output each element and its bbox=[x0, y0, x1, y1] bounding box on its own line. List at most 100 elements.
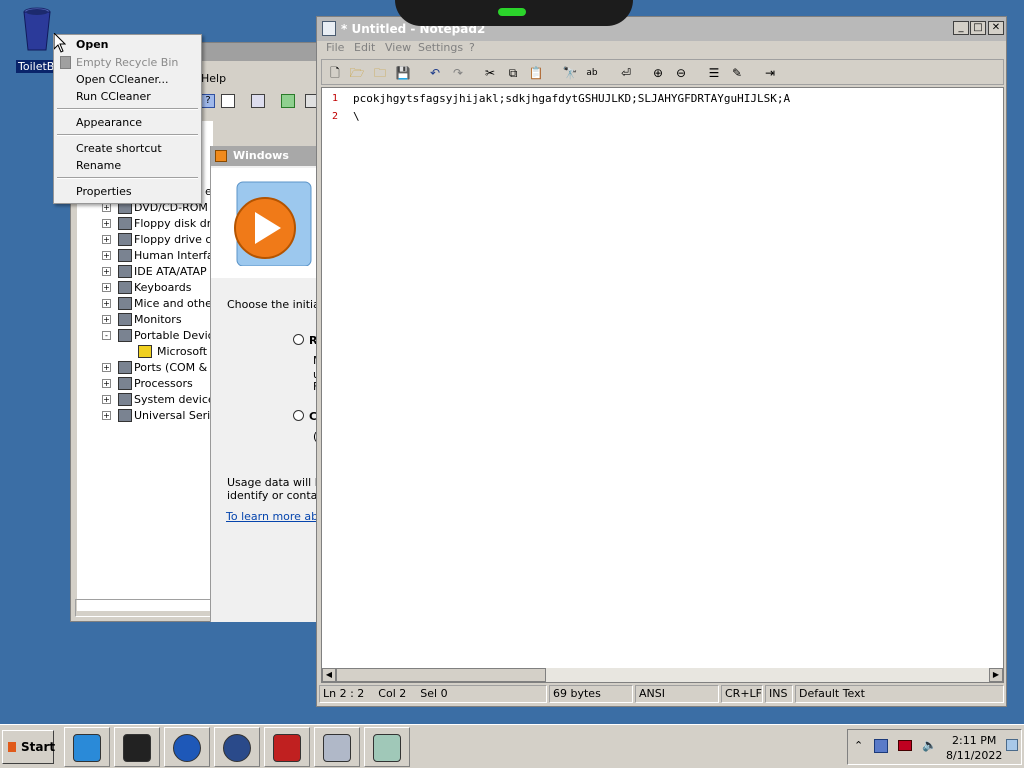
start-button[interactable]: Start bbox=[2, 730, 55, 764]
zoom-in-icon[interactable]: ⊕ bbox=[650, 65, 666, 81]
tree-item[interactable]: + Mice and other bbox=[72, 296, 232, 312]
taskbar-app-button[interactable] bbox=[364, 727, 410, 767]
status-mode[interactable]: INS bbox=[765, 685, 793, 703]
menu-settings[interactable]: Settings bbox=[418, 41, 463, 54]
tree-item[interactable]: + Human Interfa bbox=[72, 248, 232, 264]
paste-icon[interactable]: 📋 bbox=[528, 65, 544, 81]
ctx-appearance[interactable]: Appearance bbox=[76, 116, 142, 129]
text-editor[interactable]: 1 2 pcokjhgytsfagsyjhijakl;sdkjhgafdytGS… bbox=[321, 87, 1004, 683]
taskbar-app-button[interactable] bbox=[314, 727, 360, 767]
device-manager-statusbar bbox=[75, 599, 211, 617]
wmp-option-custom-radio[interactable] bbox=[293, 410, 304, 421]
ctx-empty-recycle-bin: Empty Recycle Bin bbox=[76, 56, 179, 69]
ctx-properties[interactable]: Properties bbox=[76, 185, 132, 198]
taskbar-app-button[interactable] bbox=[114, 727, 160, 767]
redo-icon[interactable]: ↷ bbox=[450, 65, 466, 81]
zoom-out-icon[interactable]: ⊖ bbox=[673, 65, 689, 81]
open-folder-icon[interactable]: 🗁 bbox=[349, 65, 365, 81]
tree-item[interactable]: - Portable Devic bbox=[72, 328, 232, 344]
collapse-icon[interactable]: - bbox=[102, 331, 111, 340]
device-manager-menu-help[interactable]: Help bbox=[201, 72, 226, 85]
menu-edit[interactable]: Edit bbox=[354, 41, 375, 54]
wmp-option-recommended-radio[interactable] bbox=[293, 334, 304, 345]
status-scheme[interactable]: Default Text bbox=[795, 685, 1004, 703]
flag-tray-icon[interactable] bbox=[898, 740, 912, 751]
clock-date[interactable]: 8/11/2022 bbox=[946, 749, 1002, 762]
show-hidden-icons-icon[interactable]: ⌃ bbox=[854, 739, 863, 752]
tree-item[interactable]: + System devices bbox=[72, 392, 232, 408]
expand-icon[interactable]: + bbox=[102, 235, 111, 244]
find-icon[interactable]: 🔭 bbox=[562, 65, 578, 81]
replace-icon[interactable]: ab bbox=[584, 65, 600, 81]
tree-item[interactable]: + Processors bbox=[72, 376, 232, 392]
editor-line[interactable]: \ bbox=[353, 110, 360, 123]
mouse-icon bbox=[118, 297, 132, 310]
tree-item[interactable]: + Floppy disk driv bbox=[72, 216, 232, 232]
scrollbar-thumb[interactable] bbox=[336, 668, 546, 682]
ctx-open[interactable]: Open bbox=[76, 38, 109, 51]
expand-icon[interactable]: + bbox=[102, 315, 111, 324]
maximize-button[interactable]: □ bbox=[970, 21, 986, 35]
tree-item[interactable]: + Universal Seria bbox=[72, 408, 232, 424]
ctx-open-ccleaner[interactable]: Open CCleaner... bbox=[76, 73, 169, 86]
browse-icon[interactable]: 🗀 bbox=[372, 65, 388, 81]
taskbar-app-button[interactable] bbox=[164, 727, 210, 767]
expand-icon[interactable]: + bbox=[102, 411, 111, 420]
scroll-left-arrow-icon[interactable]: ◀ bbox=[322, 668, 336, 682]
horizontal-scrollbar[interactable]: ◀ ▶ bbox=[322, 668, 1003, 682]
network-tray-icon[interactable] bbox=[874, 739, 888, 753]
expand-icon[interactable]: + bbox=[102, 251, 111, 260]
portable-device-icon bbox=[118, 329, 132, 342]
customize-scheme-icon[interactable]: ✎ bbox=[729, 65, 745, 81]
tree-item[interactable]: + IDE ATA/ATAP bbox=[72, 264, 232, 280]
properties-toolbar-icon[interactable] bbox=[221, 94, 235, 108]
cut-icon[interactable]: ✂ bbox=[482, 65, 498, 81]
wmp-setup-dialog[interactable]: Windows Media Choose the initial s R M u… bbox=[210, 146, 332, 622]
taskbar-app-button[interactable] bbox=[264, 727, 310, 767]
editor-line[interactable]: pcokjhgytsfagsyjhijakl;sdkjhgafdytGSHUJL… bbox=[353, 92, 790, 105]
copy-icon[interactable]: ⧉ bbox=[505, 65, 521, 81]
minimize-button[interactable]: _ bbox=[953, 21, 969, 35]
expand-icon[interactable]: + bbox=[102, 395, 111, 404]
expand-icon[interactable]: + bbox=[102, 299, 111, 308]
tree-item[interactable]: + Ports (COM & L bbox=[72, 360, 232, 376]
tree-item[interactable]: + Keyboards bbox=[72, 280, 232, 296]
expand-icon[interactable]: + bbox=[102, 219, 111, 228]
help-toolbar-icon[interactable]: ? bbox=[201, 94, 215, 108]
word-wrap-icon[interactable]: ⏎ bbox=[618, 65, 634, 81]
expand-icon[interactable]: + bbox=[102, 379, 111, 388]
clock-time[interactable]: 2:11 PM bbox=[952, 734, 996, 747]
taskbar-app-button[interactable] bbox=[64, 727, 110, 767]
taskbar-app-button[interactable] bbox=[214, 727, 260, 767]
status-eol[interactable]: CR+LF bbox=[721, 685, 763, 703]
status-encoding[interactable]: ANSI bbox=[635, 685, 719, 703]
menu-view[interactable]: View bbox=[385, 41, 411, 54]
expand-icon[interactable]: + bbox=[102, 363, 111, 372]
show-desktop-icon[interactable] bbox=[1006, 739, 1018, 751]
scan-toolbar-icon[interactable] bbox=[251, 94, 265, 108]
tree-item-label: Keyboards bbox=[134, 281, 192, 294]
update-toolbar-icon[interactable] bbox=[281, 94, 295, 108]
exit-icon[interactable]: ⇥ bbox=[762, 65, 778, 81]
expand-icon[interactable]: + bbox=[102, 283, 111, 292]
volume-tray-icon[interactable]: 🔈 bbox=[922, 738, 937, 752]
close-button[interactable]: ✕ bbox=[988, 21, 1004, 35]
scheme-icon[interactable]: ☰ bbox=[706, 65, 722, 81]
ctx-run-ccleaner[interactable]: Run CCleaner bbox=[76, 90, 151, 103]
tree-item[interactable]: Microsoft W bbox=[72, 344, 232, 360]
menu-help[interactable]: ? bbox=[469, 41, 475, 54]
new-file-icon[interactable]: 🗋 bbox=[327, 65, 343, 81]
undo-icon[interactable]: ↶ bbox=[427, 65, 443, 81]
tree-item[interactable]: + Floppy drive co bbox=[72, 232, 232, 248]
tree-item-label: Portable Devic bbox=[134, 329, 214, 342]
scroll-right-arrow-icon[interactable]: ▶ bbox=[989, 668, 1003, 682]
expand-icon[interactable]: + bbox=[102, 267, 111, 276]
ctx-create-shortcut[interactable]: Create shortcut bbox=[76, 142, 162, 155]
expand-icon[interactable]: + bbox=[102, 203, 111, 212]
tree-item[interactable]: + Monitors bbox=[72, 312, 232, 328]
ctx-rename[interactable]: Rename bbox=[76, 159, 121, 172]
notepad2-window[interactable]: * Untitled - Notepad2 _ □ ✕ File Edit View… bbox=[316, 16, 1007, 707]
menu-file[interactable]: File bbox=[326, 41, 344, 54]
save-icon[interactable]: 💾 bbox=[395, 65, 411, 81]
recycle-bin-context-menu[interactable]: Open Empty Recycle Bin Open CCleaner... … bbox=[53, 34, 202, 204]
